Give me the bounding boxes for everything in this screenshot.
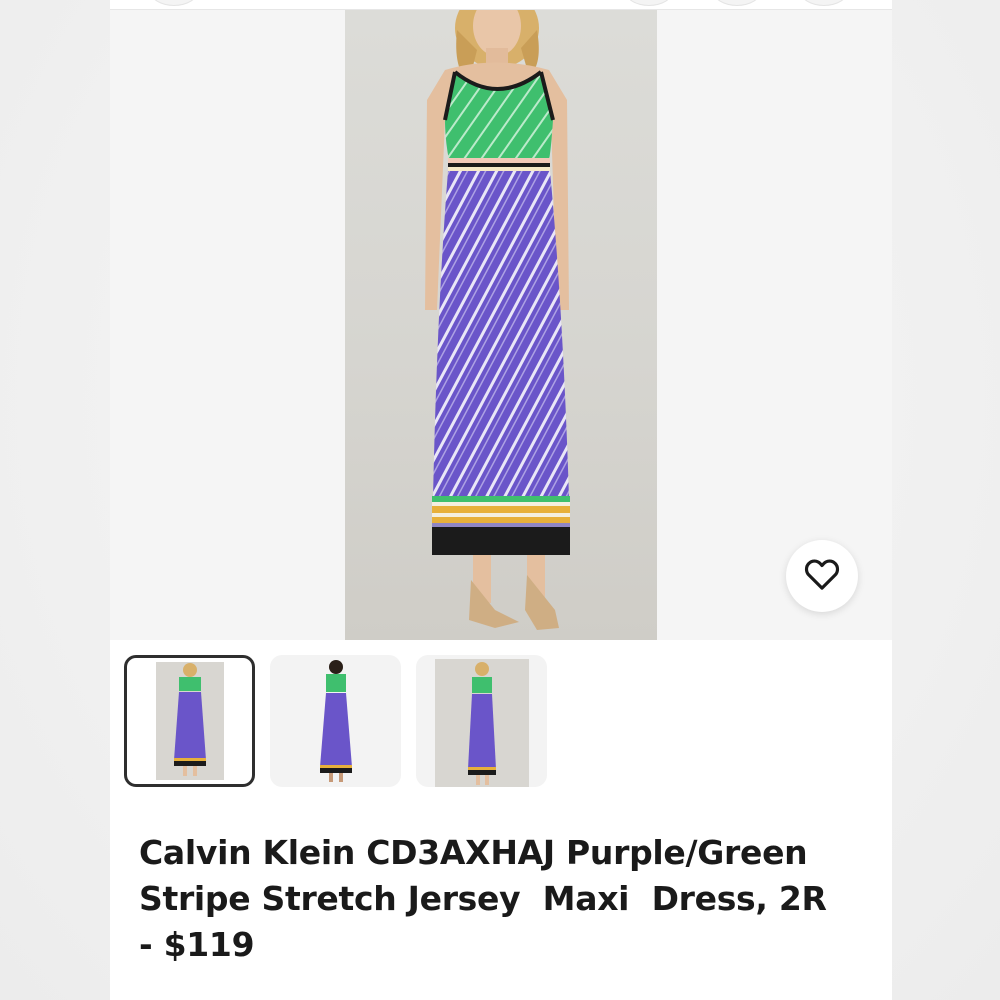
product-photo: [345, 10, 657, 640]
thumbnail-image: [155, 662, 224, 784]
title-line-2: Stripe Stretch Jersey Maxi Dress, 2R: [139, 879, 827, 918]
toolbar-button-edge[interactable]: [713, 0, 761, 6]
toolbar-button-edge[interactable]: [800, 0, 848, 6]
listing-panel: Calvin Klein CD3AXHAJ Purple/Green Strip…: [110, 0, 892, 1000]
top-toolbar-edge: [110, 0, 892, 10]
listing-title: Calvin Klein CD3AXHAJ Purple/Green Strip…: [139, 830, 879, 968]
favorite-button[interactable]: [786, 540, 858, 612]
heart-icon: [802, 554, 842, 599]
toolbar-button-edge[interactable]: [625, 0, 673, 6]
thumbnail-strip: [124, 655, 884, 787]
thumbnail-image: [305, 659, 366, 787]
thumbnail-2[interactable]: [270, 655, 401, 787]
title-line-3: - $119: [139, 925, 255, 964]
back-button-edge[interactable]: [150, 0, 198, 6]
thumbnail-image: [434, 659, 529, 787]
thumbnail-1[interactable]: [124, 655, 255, 787]
title-line-1: Calvin Klein CD3AXHAJ Purple/Green: [139, 833, 808, 872]
main-product-image[interactable]: [110, 10, 892, 640]
thumbnail-3[interactable]: [416, 655, 547, 787]
